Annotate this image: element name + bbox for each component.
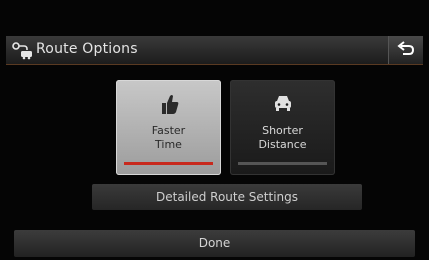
option-label: Shorter Distance: [230, 124, 335, 152]
thumbs-up-icon: [158, 92, 180, 120]
route-options-screen: Route Options Faster Time Shorter Distan…: [0, 0, 429, 260]
detailed-route-settings-button[interactable]: Detailed Route Settings: [92, 184, 362, 210]
selection-indicator: [124, 162, 213, 165]
faster-time-option[interactable]: Faster Time: [116, 80, 221, 175]
option-label-line2: Time: [155, 138, 182, 151]
car-icon: [272, 92, 294, 118]
back-arrow-icon: [397, 41, 415, 55]
header-bar: Route Options: [6, 36, 423, 65]
done-button[interactable]: Done: [14, 230, 415, 257]
page-title: Route Options: [36, 41, 138, 57]
back-button[interactable]: [388, 36, 423, 64]
route-options-icon: [11, 40, 33, 60]
option-label-line1: Faster: [151, 124, 186, 137]
selection-indicator: [238, 162, 327, 165]
option-label: Faster Time: [116, 124, 221, 152]
option-label-line2: Distance: [258, 138, 307, 151]
option-label-line1: Shorter: [262, 124, 303, 137]
shorter-distance-option[interactable]: Shorter Distance: [230, 80, 335, 175]
